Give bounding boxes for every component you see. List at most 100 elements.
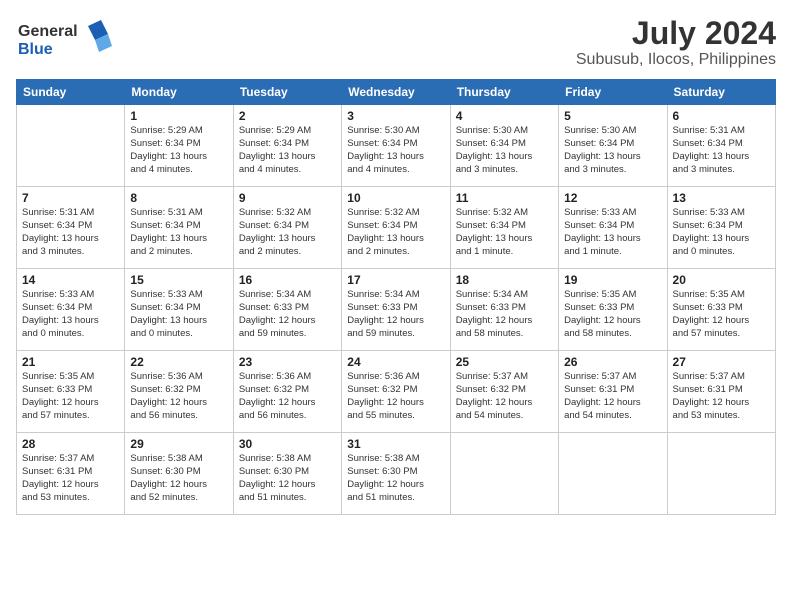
day-info: Sunrise: 5:33 AM Sunset: 6:34 PM Dayligh…: [130, 289, 227, 340]
day-info: Sunrise: 5:29 AM Sunset: 6:34 PM Dayligh…: [130, 125, 227, 176]
day-number: 12: [564, 191, 661, 205]
day-info: Sunrise: 5:31 AM Sunset: 6:34 PM Dayligh…: [673, 125, 770, 176]
day-info: Sunrise: 5:34 AM Sunset: 6:33 PM Dayligh…: [456, 289, 553, 340]
calendar-cell: 22 Sunrise: 5:36 AM Sunset: 6:32 PM Dayli…: [125, 351, 233, 433]
svg-text:Blue: Blue: [18, 41, 53, 58]
day-number: 9: [239, 191, 336, 205]
day-info: Sunrise: 5:33 AM Sunset: 6:34 PM Dayligh…: [673, 207, 770, 258]
day-number: 5: [564, 109, 661, 123]
day-info: Sunrise: 5:38 AM Sunset: 6:30 PM Dayligh…: [130, 453, 227, 504]
calendar-header-friday: Friday: [559, 80, 667, 105]
day-info: Sunrise: 5:36 AM Sunset: 6:32 PM Dayligh…: [130, 371, 227, 422]
calendar-cell: 12Sunrise: 5:33 AM Sunset: 6:34 PM Dayli…: [559, 187, 667, 269]
day-info: Sunrise: 5:30 AM Sunset: 6:34 PM Dayligh…: [456, 125, 553, 176]
calendar-cell: 16 Sunrise: 5:34 AM Sunset: 6:33 PM Dayli…: [233, 269, 341, 351]
day-number: 17: [347, 273, 444, 287]
day-number: 1: [130, 109, 227, 123]
calendar-cell: [450, 433, 558, 515]
day-info: Sunrise: 5:36 AM Sunset: 6:32 PM Dayligh…: [347, 371, 444, 422]
day-number: 26: [564, 355, 661, 369]
calendar-cell: 13 Sunrise: 5:33 AM Sunset: 6:34 PM Dayli…: [667, 187, 775, 269]
page-subtitle: Subusub, Ilocos, Philippines: [576, 51, 776, 69]
day-number: 21: [22, 355, 119, 369]
calendar-cell: 7 Sunrise: 5:31 AM Sunset: 6:34 PM Daylig…: [17, 187, 125, 269]
day-info: Sunrise: 5:32 AM Sunset: 6:34 PM Dayligh…: [239, 207, 336, 258]
calendar-cell: [667, 433, 775, 515]
day-number: 2: [239, 109, 336, 123]
calendar-week-row: 7 Sunrise: 5:31 AM Sunset: 6:34 PM Daylig…: [17, 187, 776, 269]
calendar-cell: 2 Sunrise: 5:29 AM Sunset: 6:34 PM Daylig…: [233, 105, 341, 187]
day-info: Sunrise: 5:30 AM Sunset: 6:34 PM Dayligh…: [347, 125, 444, 176]
day-number: 24: [347, 355, 444, 369]
day-info: Sunrise: 5:37 AM Sunset: 6:32 PM Dayligh…: [456, 371, 553, 422]
day-info: Sunrise: 5:32 AM Sunset: 6:34 PM Dayligh…: [456, 207, 553, 258]
day-number: 6: [673, 109, 770, 123]
day-info: Sunrise: 5:29 AM Sunset: 6:34 PM Dayligh…: [239, 125, 336, 176]
calendar-cell: 14Sunrise: 5:33 AM Sunset: 6:34 PM Dayli…: [17, 269, 125, 351]
calendar-cell: 23 Sunrise: 5:36 AM Sunset: 6:32 PM Dayli…: [233, 351, 341, 433]
day-info: Sunrise: 5:35 AM Sunset: 6:33 PM Dayligh…: [22, 371, 119, 422]
calendar-cell: 26 Sunrise: 5:37 AM Sunset: 6:31 PM Dayli…: [559, 351, 667, 433]
calendar-cell: 29 Sunrise: 5:38 AM Sunset: 6:30 PM Dayli…: [125, 433, 233, 515]
day-info: Sunrise: 5:37 AM Sunset: 6:31 PM Dayligh…: [673, 371, 770, 422]
calendar-header-wednesday: Wednesday: [342, 80, 450, 105]
day-number: 10: [347, 191, 444, 205]
calendar-header-saturday: Saturday: [667, 80, 775, 105]
day-number: 3: [347, 109, 444, 123]
calendar-cell: 18 Sunrise: 5:34 AM Sunset: 6:33 PM Dayli…: [450, 269, 558, 351]
day-number: 27: [673, 355, 770, 369]
day-number: 22: [130, 355, 227, 369]
calendar-week-row: 21 Sunrise: 5:35 AM Sunset: 6:33 PM Dayli…: [17, 351, 776, 433]
day-number: 7: [22, 191, 119, 205]
day-number: 28: [22, 437, 119, 451]
calendar-cell: 3 Sunrise: 5:30 AM Sunset: 6:34 PM Daylig…: [342, 105, 450, 187]
calendar-cell: 4 Sunrise: 5:30 AM Sunset: 6:34 PM Daylig…: [450, 105, 558, 187]
day-number: 18: [456, 273, 553, 287]
calendar-header-monday: Monday: [125, 80, 233, 105]
day-number: 23: [239, 355, 336, 369]
calendar-cell: 9 Sunrise: 5:32 AM Sunset: 6:34 PM Daylig…: [233, 187, 341, 269]
day-number: 11: [456, 191, 553, 205]
calendar-cell: 17 Sunrise: 5:34 AM Sunset: 6:33 PM Dayli…: [342, 269, 450, 351]
day-number: 19: [564, 273, 661, 287]
day-number: 14: [22, 273, 119, 287]
day-info: Sunrise: 5:37 AM Sunset: 6:31 PM Dayligh…: [564, 371, 661, 422]
day-number: 30: [239, 437, 336, 451]
calendar-cell: 1 Sunrise: 5:29 AM Sunset: 6:34 PM Daylig…: [125, 105, 233, 187]
calendar-cell: 30Sunrise: 5:38 AM Sunset: 6:30 PM Dayli…: [233, 433, 341, 515]
day-info: Sunrise: 5:31 AM Sunset: 6:34 PM Dayligh…: [22, 207, 119, 258]
header: General Blue July 2024 Subusub, Ilocos, …: [16, 16, 776, 69]
day-info: Sunrise: 5:32 AM Sunset: 6:34 PM Dayligh…: [347, 207, 444, 258]
page: General Blue July 2024 Subusub, Ilocos, …: [0, 0, 792, 612]
calendar-cell: 8 Sunrise: 5:31 AM Sunset: 6:34 PM Daylig…: [125, 187, 233, 269]
day-number: 13: [673, 191, 770, 205]
day-info: Sunrise: 5:30 AM Sunset: 6:34 PM Dayligh…: [564, 125, 661, 176]
calendar-cell: 15 Sunrise: 5:33 AM Sunset: 6:34 PM Dayli…: [125, 269, 233, 351]
calendar-cell: 5 Sunrise: 5:30 AM Sunset: 6:34 PM Daylig…: [559, 105, 667, 187]
day-info: Sunrise: 5:34 AM Sunset: 6:33 PM Dayligh…: [239, 289, 336, 340]
calendar-cell: 19Sunrise: 5:35 AM Sunset: 6:33 PM Dayli…: [559, 269, 667, 351]
day-info: Sunrise: 5:38 AM Sunset: 6:30 PM Dayligh…: [347, 453, 444, 504]
day-info: Sunrise: 5:36 AM Sunset: 6:32 PM Dayligh…: [239, 371, 336, 422]
day-info: Sunrise: 5:34 AM Sunset: 6:33 PM Dayligh…: [347, 289, 444, 340]
calendar-cell: 28 Sunrise: 5:37 AM Sunset: 6:31 PM Dayli…: [17, 433, 125, 515]
day-number: 29: [130, 437, 227, 451]
calendar-cell: 10 Sunrise: 5:32 AM Sunset: 6:34 PM Dayli…: [342, 187, 450, 269]
calendar-week-row: 14 Sunrise: 5:33 AM Sunset: 6:34 PM Dayli…: [17, 269, 776, 351]
day-info: Sunrise: 5:35 AM Sunset: 6:33 PM Dayligh…: [673, 289, 770, 340]
title-block: July 2024 Subusub, Ilocos, Philippines: [576, 16, 776, 69]
calendar-cell: [559, 433, 667, 515]
page-title: July 2024: [576, 16, 776, 51]
day-number: 8: [130, 191, 227, 205]
day-number: 16: [239, 273, 336, 287]
day-number: 4: [456, 109, 553, 123]
day-info: Sunrise: 5:37 AM Sunset: 6:31 PM Dayligh…: [22, 453, 119, 504]
calendar-header-sunday: Sunday: [17, 80, 125, 105]
calendar-cell: [17, 105, 125, 187]
calendar-cell: 20Sunrise: 5:35 AM Sunset: 6:33 PM Dayli…: [667, 269, 775, 351]
calendar-header-thursday: Thursday: [450, 80, 558, 105]
calendar-cell: 27 Sunrise: 5:37 AM Sunset: 6:31 PM Dayli…: [667, 351, 775, 433]
day-number: 25: [456, 355, 553, 369]
day-info: Sunrise: 5:31 AM Sunset: 6:34 PM Dayligh…: [130, 207, 227, 258]
day-number: 15: [130, 273, 227, 287]
